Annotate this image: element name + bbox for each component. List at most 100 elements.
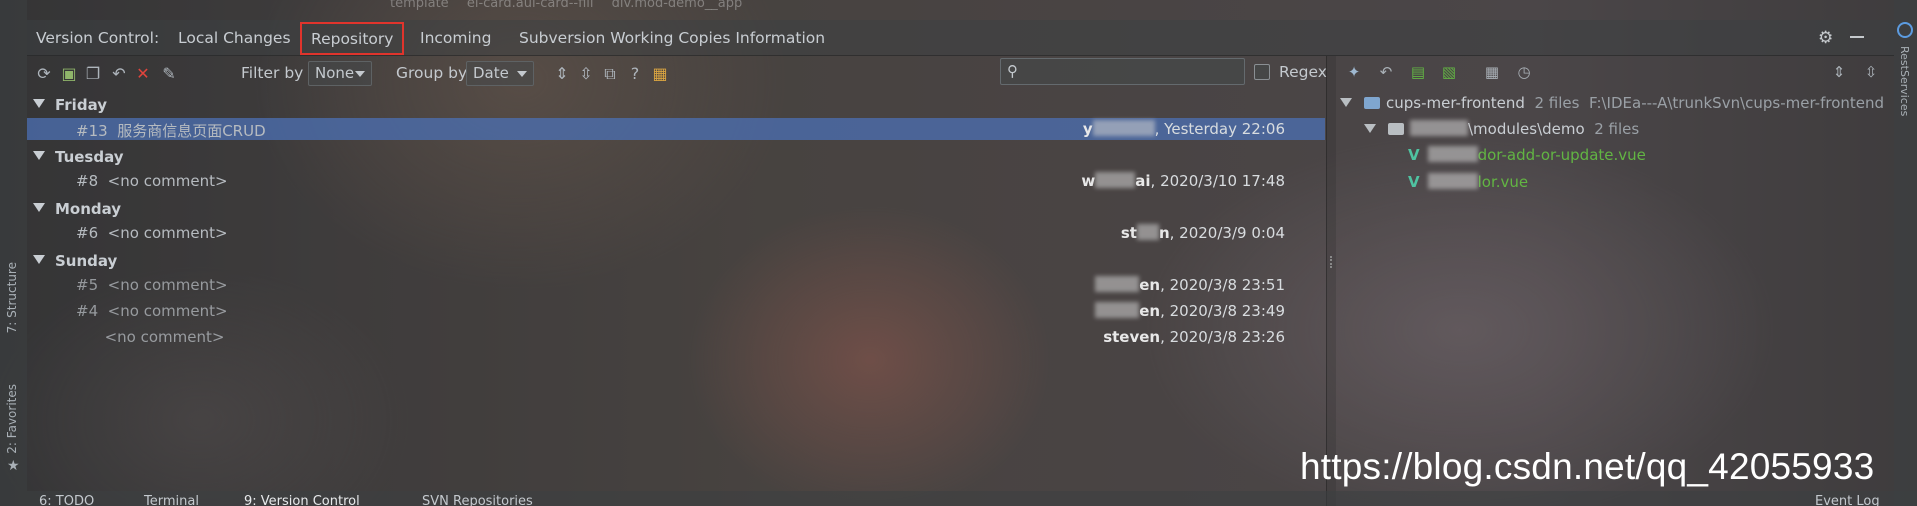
breadcrumb-item[interactable]: template [390,0,449,11]
commit-author: y [1082,120,1093,138]
regex-label: Regex [1279,63,1327,81]
gear-icon[interactable]: ⚙ [1818,28,1836,48]
breadcrumb-item[interactable]: div.mod-demo__app [612,0,743,11]
group-by-icon[interactable]: ▦ [1483,63,1501,81]
redacted-name [1095,172,1136,188]
history-icon[interactable]: ◷ [1515,63,1533,81]
group-header[interactable]: Sunday [27,252,117,274]
search-input[interactable] [1033,62,1238,81]
edit-changelist-icon[interactable]: ▣ [60,65,78,83]
commit-comment: <no comment> [104,328,225,346]
list-item[interactable]: #6 <no comment> st n, 2020/3/9 0:04 [27,222,1325,244]
group-header[interactable]: Friday [27,96,107,118]
group-value: Date [473,64,509,82]
watermark-text: https://blog.csdn.net/qq_42055933 [1300,446,1875,487]
group-header[interactable]: Tuesday [27,148,124,170]
regex-checkbox[interactable] [1254,64,1270,80]
tree-root[interactable]: cups-mer-frontend 2 files F:\IDEa---A\tr… [1340,94,1884,116]
commit-comment: <no comment> [107,172,228,190]
group-name: Friday [55,96,108,114]
collapse-all-icon[interactable]: ⇳ [577,65,595,83]
search-field[interactable]: ⚲ [1000,58,1245,85]
expand-triangle-icon [33,255,45,264]
tab-todo[interactable]: 6: TODO [39,494,94,506]
pane-splitter[interactable] [1326,56,1336,506]
tab-favorites[interactable]: 2: Favorites [5,384,19,454]
expand-all-icon[interactable]: ⇕ [553,65,571,83]
revert-icon[interactable]: ↶ [110,65,128,83]
copy-icon[interactable]: ❐ [84,65,102,83]
revision-number: #5 [76,276,99,294]
group-name: Tuesday [55,148,124,166]
list-item[interactable]: #8 <no comment> w ai, 2020/3/10 17:48 [27,170,1325,192]
tab-svn-repositories[interactable]: SVN Repositories [422,494,533,506]
commit-author: steven [1103,328,1161,346]
expand-triangle-icon [33,99,45,108]
folder-name: \modules\demo [1468,120,1585,138]
edit-pencil-icon[interactable]: ✎ [160,65,178,83]
group-header[interactable]: Monday [27,200,121,222]
tab-event-log[interactable]: Event Log [1815,494,1880,506]
commit-comment: <no comment> [107,224,228,242]
minimize-icon[interactable] [1850,36,1864,38]
star-icon[interactable]: ★ [7,458,20,474]
commit-date: , 2020/3/8 23:49 [1160,302,1285,320]
right-tool-stripe: RestServices [1894,0,1917,506]
tab-working-copies-info[interactable]: Subversion Working Copies Information [519,20,825,56]
list-item[interactable]: #5 <no comment> en, 2020/3/8 23:51 [27,274,1325,296]
tab-version-control[interactable]: 9: Version Control [244,494,360,506]
vue-file-icon: V [1408,173,1420,191]
list-item[interactable]: #13 服务商信息页面CRUD y , Yesterday 22:06 [27,118,1325,140]
filter-label: Filter by [241,64,304,82]
commit-author-suffix: ai [1135,172,1151,190]
close-icon[interactable]: ✕ [134,65,152,83]
revision-number: #13 [76,122,108,140]
breadcrumb-item[interactable]: el-card.aui-card--fill [467,0,594,11]
commit-author-suffix: en [1139,302,1161,320]
compare-icon[interactable]: ▤ [1409,63,1427,81]
tab-incoming[interactable]: Incoming [420,20,491,56]
filter-value: None [315,64,355,82]
export-icon[interactable]: ▧ [1440,63,1458,81]
redacted-name [1136,224,1159,240]
commit-date: , 2020/3/9 0:04 [1169,224,1285,242]
revision-number: #8 [76,172,99,190]
commit-comment: <no comment> [107,302,228,320]
vue-file-icon: V [1408,146,1420,164]
group-name: Monday [55,200,122,218]
splitter-grip[interactable] [1330,256,1332,268]
layout-icon[interactable]: ▦ [651,65,669,83]
rest-services-icon[interactable] [1897,22,1913,38]
collapse-all-icon[interactable]: ⇳ [1862,63,1880,81]
chevron-down-icon [517,71,527,77]
tree-file[interactable]: Vlor.vue [1408,173,1528,195]
redacted-filename [1427,146,1478,162]
left-tool-stripe: 7: Structure 2: Favorites ★ [0,0,27,506]
tab-structure[interactable]: 7: Structure [5,262,19,333]
group-select[interactable]: Date [466,61,534,86]
tree-file[interactable]: Vdor-add-or-update.vue [1408,146,1646,168]
commit-author-suffix: n [1158,224,1170,242]
version-control-tabbar: Version Control: Local Changes Repositor… [27,20,1894,56]
tab-rest-services[interactable]: RestServices [1898,46,1911,116]
help-icon[interactable]: ? [626,65,644,83]
expand-all-icon[interactable]: ⇕ [1830,63,1848,81]
folder-file-count: 2 files [1594,120,1640,138]
list-item[interactable]: #4 <no comment> en, 2020/3/8 23:49 [27,300,1325,322]
tree-folder[interactable]: \modules\demo 2 files [1364,120,1639,142]
root-name: cups-mer-frontend [1386,94,1525,112]
list-item[interactable]: <no comment> steven, 2020/3/8 23:26 [27,326,1325,348]
search-icon: ⚲ [1007,62,1018,80]
commit-date: , Yesterday 22:06 [1154,120,1285,138]
tab-repository[interactable]: Repository [300,22,405,55]
tab-terminal[interactable]: Terminal [144,494,199,506]
pin-icon[interactable]: ✦ [1345,63,1363,81]
tab-local-changes[interactable]: Local Changes [178,20,291,56]
refresh-icon[interactable]: ⟳ [35,65,53,83]
commit-author: st [1120,224,1137,242]
copy-revision-icon[interactable]: ⧉ [601,65,619,83]
commit-author: w [1081,172,1096,190]
group-name: Sunday [55,252,118,270]
filter-select[interactable]: None [308,61,372,86]
revert-icon[interactable]: ↶ [1377,63,1395,81]
